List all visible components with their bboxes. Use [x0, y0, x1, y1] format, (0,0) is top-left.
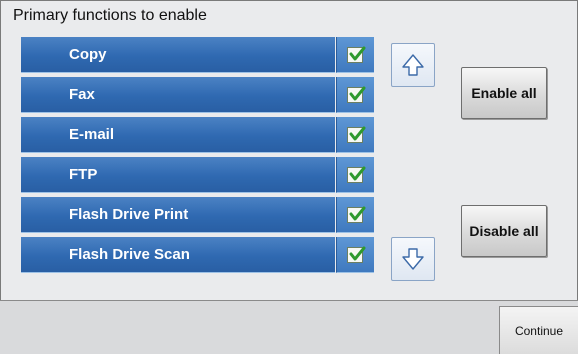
list-item-label: Flash Drive Scan [69, 246, 190, 263]
list-item-label: Fax [69, 86, 95, 103]
checkbox-ftp[interactable] [347, 166, 366, 183]
checkmark-icon [349, 206, 366, 221]
row-bar[interactable]: FTP [21, 157, 335, 193]
checkmark-icon [349, 46, 366, 61]
footer-bar [0, 300, 578, 354]
checkmark-icon [349, 126, 366, 141]
checkbox-cell[interactable] [336, 77, 374, 113]
list-item-flash-drive-print[interactable]: Flash Drive Print [21, 197, 374, 233]
list-item-ftp[interactable]: FTP [21, 157, 374, 193]
list-item-label: Flash Drive Print [69, 206, 189, 223]
checkbox-flash-drive-print[interactable] [347, 206, 366, 223]
checkbox-cell[interactable] [336, 157, 374, 193]
checkbox-cell[interactable] [336, 237, 374, 273]
row-bar[interactable]: Flash Drive Print [21, 197, 335, 233]
list-item-flash-drive-scan[interactable]: Flash Drive Scan [21, 237, 374, 273]
arrow-down-icon [402, 248, 424, 270]
list-item-email[interactable]: E-mail [21, 117, 374, 153]
list-item-label: E-mail [69, 126, 115, 143]
row-bar[interactable]: E-mail [21, 117, 335, 153]
list-item-label: Copy [69, 46, 107, 63]
list-item-label: FTP [69, 166, 98, 183]
scroll-down-button[interactable] [391, 237, 435, 281]
list-item-fax[interactable]: Fax [21, 77, 374, 113]
enable-all-button[interactable]: Enable all [461, 67, 547, 119]
checkbox-flash-drive-scan[interactable] [347, 246, 366, 263]
checkbox-copy[interactable] [347, 46, 366, 63]
checkbox-cell[interactable] [336, 197, 374, 233]
disable-all-button[interactable]: Disable all [461, 205, 547, 257]
row-bar[interactable]: Flash Drive Scan [21, 237, 335, 273]
arrow-up-icon [402, 54, 424, 76]
row-bar[interactable]: Copy [21, 37, 335, 73]
functions-list: Copy Fax E-mail FTP Flash Drive Print Fl… [21, 37, 374, 275]
checkbox-cell[interactable] [336, 117, 374, 153]
page-title: Primary functions to enable [13, 7, 207, 24]
checkmark-icon [349, 86, 366, 101]
checkbox-email[interactable] [347, 126, 366, 143]
list-item-copy[interactable]: Copy [21, 37, 374, 73]
continue-button[interactable]: Continue [499, 306, 578, 354]
row-bar[interactable]: Fax [21, 77, 335, 113]
checkbox-cell[interactable] [336, 37, 374, 73]
scroll-up-button[interactable] [391, 43, 435, 87]
checkmark-icon [349, 166, 366, 181]
checkbox-fax[interactable] [347, 86, 366, 103]
checkmark-icon [349, 246, 366, 261]
